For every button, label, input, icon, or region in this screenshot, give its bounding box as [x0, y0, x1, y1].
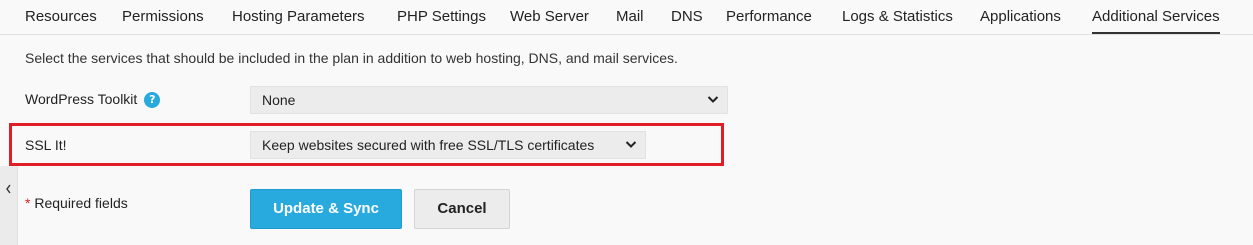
update-sync-button[interactable]: Update & Sync [250, 189, 402, 229]
tab-resources[interactable]: Resources [25, 0, 97, 33]
tab-logs-statistics[interactable]: Logs & Statistics [842, 0, 953, 33]
ssl-it-select[interactable]: Keep websites secured with free SSL/TLS … [250, 131, 646, 159]
tab-additional-services[interactable]: Additional Services [1092, 0, 1220, 34]
intro-text: Select the services that should be inclu… [25, 50, 678, 66]
chevron-down-icon [625, 141, 637, 148]
tab-hosting-parameters[interactable]: Hosting Parameters [232, 0, 365, 33]
question-mark-icon[interactable]: ? [144, 92, 161, 108]
sidebar-collapse-handle[interactable] [0, 166, 18, 245]
tab-bar: Resources Permissions Hosting Parameters… [0, 0, 1253, 35]
required-fields-note: * Required fields [25, 195, 128, 211]
required-fields-text: Required fields [34, 195, 128, 211]
tab-applications[interactable]: Applications [980, 0, 1061, 33]
tab-php-settings[interactable]: PHP Settings [397, 0, 486, 33]
tab-permissions[interactable]: Permissions [122, 0, 204, 33]
tab-mail[interactable]: Mail [616, 0, 644, 33]
cancel-button[interactable]: Cancel [414, 189, 510, 229]
wordpress-toolkit-select[interactable]: None [250, 86, 728, 114]
chevron-down-icon [707, 96, 719, 103]
ssl-it-label: SSL It! [25, 137, 67, 153]
required-star: * [25, 195, 31, 211]
chevron-left-icon [6, 184, 11, 194]
ssl-it-value: Keep websites secured with free SSL/TLS … [262, 137, 595, 153]
tab-dns[interactable]: DNS [671, 0, 703, 33]
tab-web-server[interactable]: Web Server [510, 0, 589, 33]
wordpress-toolkit-label-row: WordPress Toolkit? [25, 91, 161, 108]
wordpress-toolkit-value: None [262, 92, 296, 108]
tab-performance[interactable]: Performance [726, 0, 812, 33]
wordpress-toolkit-label: WordPress Toolkit [25, 91, 138, 107]
